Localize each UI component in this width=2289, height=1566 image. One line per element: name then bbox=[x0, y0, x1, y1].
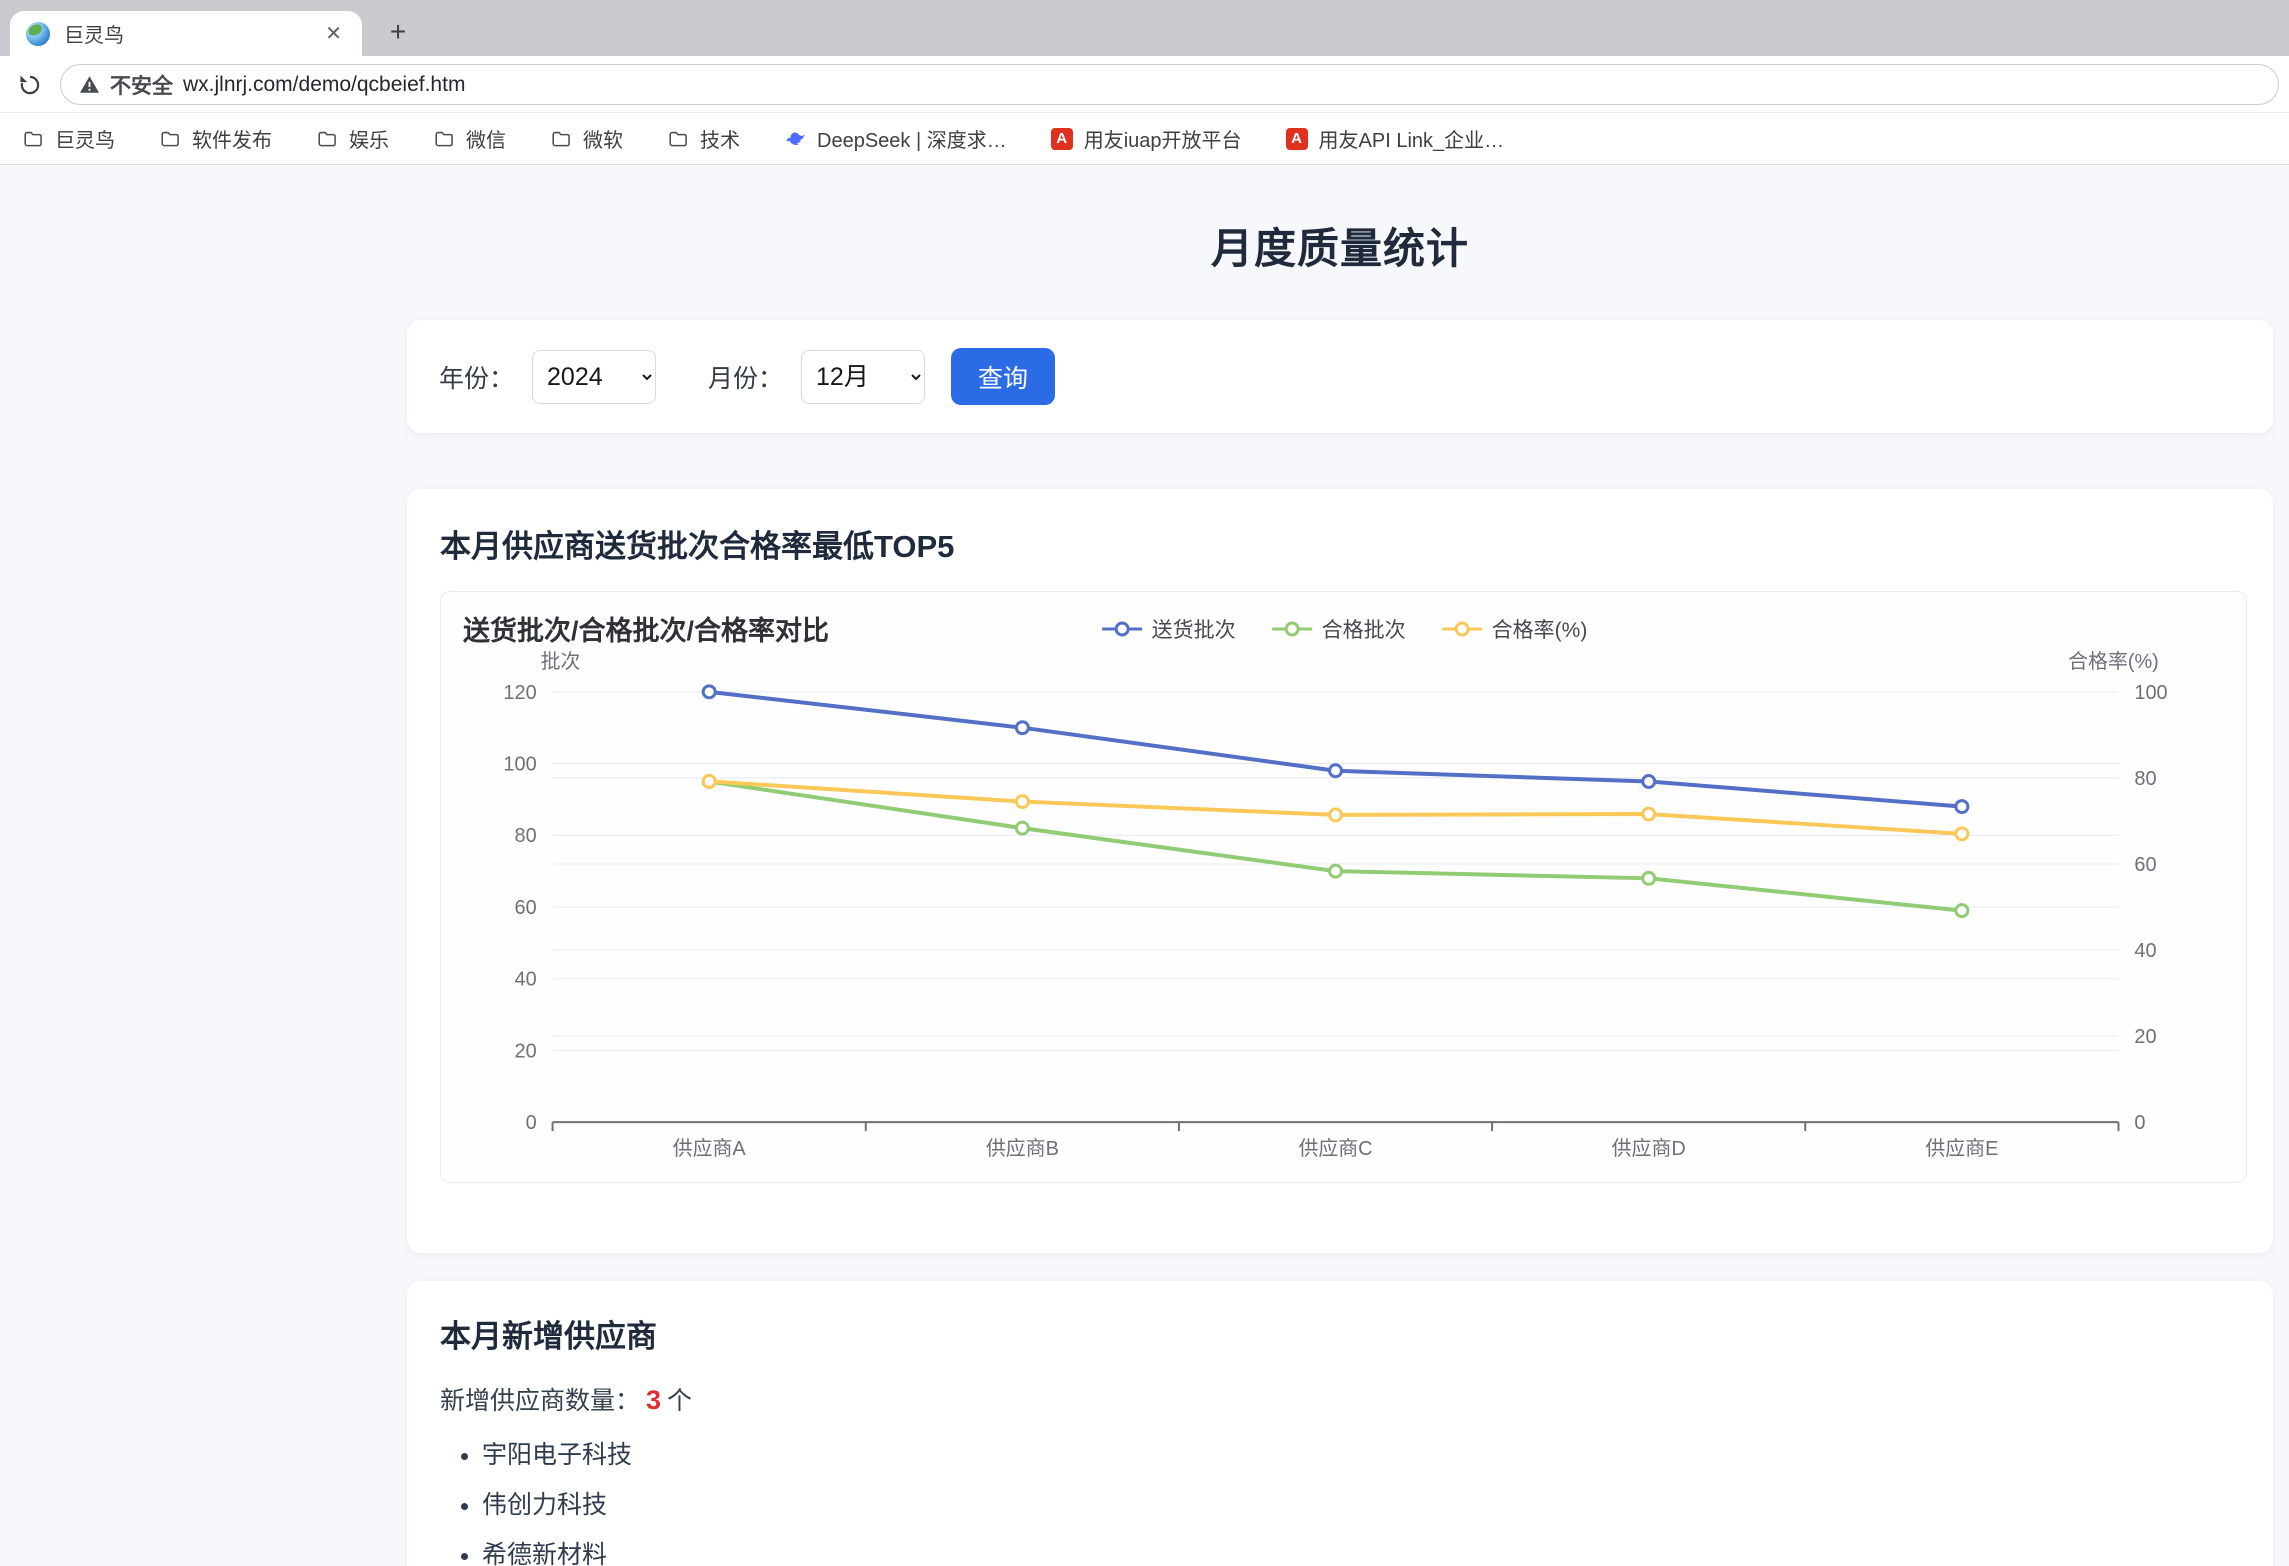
legend-item[interactable]: 合格率(%) bbox=[1440, 614, 1588, 644]
svg-text:80: 80 bbox=[2134, 768, 2156, 790]
supplier-list-item: 宇阳电子科技 bbox=[482, 1437, 2240, 1473]
bookmark-label: 巨灵鸟 bbox=[55, 124, 115, 153]
bookmark-item[interactable]: 巨灵鸟 bbox=[22, 124, 115, 153]
month-select[interactable]: 12月 bbox=[801, 350, 925, 404]
count-value: 3 bbox=[646, 1385, 661, 1415]
svg-text:100: 100 bbox=[2134, 682, 2167, 704]
reload-icon bbox=[17, 72, 43, 98]
tab-title: 巨灵鸟 bbox=[64, 19, 307, 48]
svg-text:80: 80 bbox=[514, 825, 536, 847]
legend-item[interactable]: 合格批次 bbox=[1270, 614, 1406, 644]
chart-legend: 送货批次 合格批次 合格率(%) bbox=[1100, 614, 1588, 644]
new-suppliers-count-line: 新增供应商数量：3个 bbox=[440, 1381, 2240, 1417]
svg-text:20: 20 bbox=[514, 1040, 536, 1062]
new-suppliers-card: 本月新增供应商 新增供应商数量：3个 宇阳电子科技伟创力科技希德新材料 bbox=[407, 1281, 2273, 1566]
top5-section-heading: 本月供应商送货批次合格率最低TOP5 bbox=[440, 527, 2247, 567]
browser-tab-bar: 巨灵鸟 ✕ + bbox=[0, 0, 2289, 56]
svg-text:合格率(%): 合格率(%) bbox=[2068, 650, 2159, 673]
svg-text:0: 0 bbox=[2134, 1112, 2145, 1134]
bookmark-item[interactable]: 软件发布 bbox=[159, 124, 272, 153]
new-supplier-list: 宇阳电子科技伟创力科技希德新材料 bbox=[450, 1437, 2240, 1566]
svg-text:60: 60 bbox=[514, 897, 536, 919]
count-unit: 个 bbox=[667, 1387, 692, 1415]
query-button[interactable]: 查询 bbox=[951, 348, 1055, 405]
legend-item[interactable]: 送货批次 bbox=[1100, 614, 1236, 644]
legend-marker-icon bbox=[1100, 620, 1144, 638]
bookmark-item[interactable]: 技术 bbox=[667, 124, 740, 153]
year-select[interactable]: 2024 bbox=[532, 350, 656, 404]
quality-line-chart[interactable]: 0 20 40 60 80 100 120 0 20 40 60 80 100 批次 合格率(%) 供应商A 供… bbox=[441, 650, 2246, 1178]
svg-text:40: 40 bbox=[2134, 940, 2156, 962]
year-label: 年份： bbox=[439, 359, 514, 395]
legend-marker-icon bbox=[1440, 620, 1484, 638]
svg-text:供应商B: 供应商B bbox=[986, 1137, 1059, 1160]
supplier-list-item: 希德新材料 bbox=[482, 1537, 2240, 1566]
svg-text:供应商D: 供应商D bbox=[1612, 1137, 1686, 1160]
svg-text:批次: 批次 bbox=[541, 650, 581, 673]
bookmark-item[interactable]: 微信 bbox=[433, 124, 506, 153]
svg-text:0: 0 bbox=[526, 1112, 537, 1134]
svg-text:100: 100 bbox=[503, 754, 536, 776]
svg-text:供应商C: 供应商C bbox=[1298, 1137, 1372, 1160]
folder-icon bbox=[159, 128, 181, 150]
bookmark-label: DeepSeek | 深度求… bbox=[817, 124, 1007, 153]
bookmark-item[interactable]: A 用友iuap开放平台 bbox=[1051, 124, 1242, 153]
bookmark-label: 用友API Link_企业… bbox=[1319, 124, 1505, 153]
not-secure-warning-icon bbox=[79, 75, 100, 94]
bookmarks-bar: 巨灵鸟 软件发布 娱乐 微信 微软 技术 DeepSeek | 深度求… A 用友iuap开放平… bbox=[0, 113, 2289, 165]
top5-chart-card: 本月供应商送货批次合格率最低TOP5 送货批次/合格批次/合格率对比 送货批次合… bbox=[407, 489, 2273, 1253]
red-a-icon: A bbox=[1051, 128, 1073, 150]
bookmark-label: 微信 bbox=[466, 124, 506, 153]
bookmark-item[interactable]: 微软 bbox=[550, 124, 623, 153]
browser-tab[interactable]: 巨灵鸟 ✕ bbox=[10, 11, 362, 56]
legend-label: 送货批次 bbox=[1152, 614, 1236, 644]
bookmark-label: 娱乐 bbox=[349, 124, 389, 153]
folder-icon bbox=[433, 128, 455, 150]
legend-marker-icon bbox=[1270, 620, 1314, 638]
url-text: wx.jlnrj.com/demo/qcbeief.htm bbox=[183, 73, 465, 97]
web-page: 月度质量统计 年份： 2024 月份： 12月 查询 本月供应商送货批次合格率最… bbox=[0, 165, 2289, 1566]
reload-button[interactable] bbox=[14, 69, 46, 101]
close-tab-icon[interactable]: ✕ bbox=[321, 21, 346, 46]
bookmark-item[interactable]: 娱乐 bbox=[316, 124, 389, 153]
svg-text:20: 20 bbox=[2134, 1026, 2156, 1048]
svg-text:60: 60 bbox=[2134, 854, 2156, 876]
folder-icon bbox=[22, 128, 44, 150]
bookmark-label: 技术 bbox=[700, 124, 740, 153]
chart-title: 送货批次/合格批次/合格率对比 bbox=[463, 609, 829, 648]
new-tab-button[interactable]: + bbox=[382, 16, 414, 48]
bookmark-label: 软件发布 bbox=[192, 124, 272, 153]
new-suppliers-heading: 本月新增供应商 bbox=[440, 1317, 2240, 1357]
security-label: 不安全 bbox=[110, 70, 173, 100]
red-a-icon: A bbox=[1286, 128, 1308, 150]
svg-text:供应商A: 供应商A bbox=[673, 1137, 747, 1160]
legend-label: 合格率(%) bbox=[1492, 614, 1588, 644]
bookmark-label: 用友iuap开放平台 bbox=[1084, 124, 1242, 153]
page-title: 月度质量统计 bbox=[407, 215, 2273, 276]
month-label: 月份： bbox=[708, 359, 783, 395]
deepseek-whale-icon bbox=[784, 128, 806, 150]
svg-text:供应商E: 供应商E bbox=[1925, 1137, 1998, 1160]
bookmark-item[interactable]: A 用友API Link_企业… bbox=[1286, 124, 1505, 153]
site-favicon-globe-icon bbox=[26, 22, 50, 46]
legend-label: 合格批次 bbox=[1322, 614, 1406, 644]
supplier-list-item: 伟创力科技 bbox=[482, 1487, 2240, 1523]
browser-toolbar: 不安全 wx.jlnrj.com/demo/qcbeief.htm bbox=[0, 56, 2289, 113]
bookmark-item[interactable]: DeepSeek | 深度求… bbox=[784, 124, 1007, 153]
bookmark-label: 微软 bbox=[583, 124, 623, 153]
chart-panel: 送货批次/合格批次/合格率对比 送货批次合格批次合格率(%) 020406080… bbox=[440, 591, 2247, 1183]
address-bar[interactable]: 不安全 wx.jlnrj.com/demo/qcbeief.htm bbox=[60, 64, 2279, 105]
folder-icon bbox=[550, 128, 572, 150]
filter-card: 年份： 2024 月份： 12月 查询 bbox=[407, 320, 2273, 433]
svg-text:40: 40 bbox=[514, 969, 536, 991]
folder-icon bbox=[316, 128, 338, 150]
svg-text:120: 120 bbox=[503, 682, 536, 704]
count-label: 新增供应商数量： bbox=[440, 1387, 640, 1415]
folder-icon bbox=[667, 128, 689, 150]
